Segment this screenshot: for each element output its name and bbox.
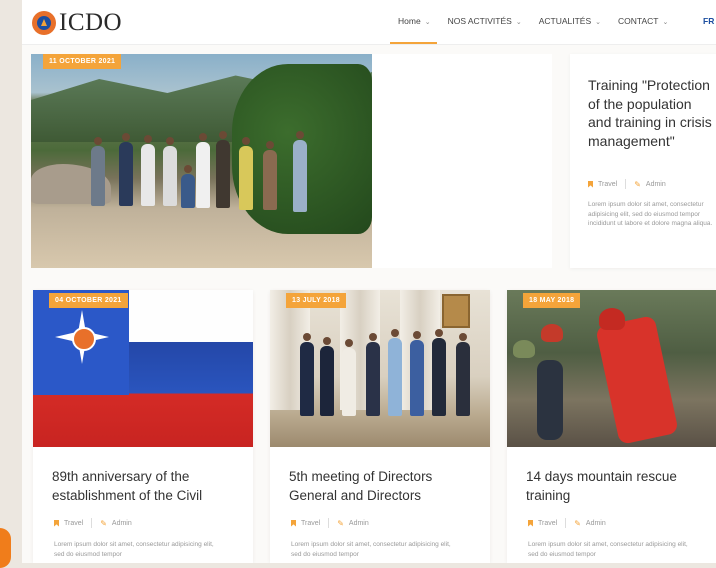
post-card[interactable]: 04 OCTOBER 2021 89th anniversary of the … (33, 290, 253, 563)
nav-item-news[interactable]: ACTUALITÉS ⌄ (539, 16, 601, 26)
bookmark-icon (54, 519, 59, 527)
chevron-down-icon: ⌄ (424, 19, 431, 26)
pencil-icon: ✎ (574, 518, 581, 528)
post-title[interactable]: Training "Protection of the population a… (588, 76, 713, 150)
post-author[interactable]: Admin (646, 181, 666, 188)
post-excerpt: Lorem ipsum dolor sit amet, consectetur … (528, 541, 688, 558)
post-author[interactable]: Admin (112, 520, 132, 527)
page: ICDO Home ⌄ NOS ACTIVITÉS ⌄ ACTUALITÉS ⌄ CO… (22, 0, 716, 563)
nav-item-contact[interactable]: CONTACT ⌄ (618, 16, 668, 26)
date-badge: 04 OCTOBER 2021 (49, 293, 128, 308)
post-excerpt: Lorem ipsum dolor sit amet, consectetur … (291, 541, 451, 558)
post-author[interactable]: Admin (349, 520, 369, 527)
post-excerpt: Lorem ipsum dolor sit amet, consectetur … (54, 541, 214, 558)
logo-text: ICDO (59, 9, 123, 36)
pencil-icon: ✎ (100, 518, 107, 528)
post-title[interactable]: 89th anniversary of the establishment of… (52, 468, 242, 505)
post-image[interactable]: 04 OCTOBER 2021 (33, 290, 253, 447)
post-meta: Travel ✎ Admin (54, 518, 132, 528)
post-title[interactable]: 14 days mountain rescue training (526, 468, 716, 505)
chevron-down-icon: ⌄ (515, 19, 522, 26)
post-excerpt: Lorem ipsum dolor sit amet, consectetur … (588, 201, 713, 227)
bookmark-icon (588, 180, 593, 188)
nav-label: NOS ACTIVITÉS (447, 16, 512, 26)
nav-item-home[interactable]: Home ⌄ (390, 16, 437, 44)
featured-spacer (372, 54, 552, 268)
post-author[interactable]: Admin (586, 520, 606, 527)
site-logo[interactable]: ICDO (32, 9, 122, 37)
post-category[interactable]: Travel (64, 520, 83, 527)
post-category[interactable]: Travel (538, 520, 557, 527)
post-image[interactable]: 13 JULY 2018 (270, 290, 490, 447)
date-badge: 11 OCTOBER 2021 (43, 54, 122, 69)
post-title[interactable]: 5th meeting of Directors General and Dir… (289, 468, 479, 505)
bookmark-icon (291, 519, 296, 527)
chevron-down-icon: ⌄ (595, 19, 601, 26)
post-meta: Travel ✎ Admin (528, 518, 606, 528)
post-card[interactable]: 13 JULY 2018 5th meeting of Directors Ge… (270, 290, 490, 563)
post-meta: Travel ✎ Admin (291, 518, 369, 528)
side-widget-tab[interactable] (0, 528, 11, 568)
date-badge: 13 JULY 2018 (286, 293, 346, 308)
post-category[interactable]: Travel (301, 520, 320, 527)
nav-label: CONTACT (618, 16, 659, 26)
pencil-icon: ✎ (337, 518, 344, 528)
main-nav: Home ⌄ NOS ACTIVITÉS ⌄ ACTUALITÉS ⌄ CONTACT… (390, 16, 685, 44)
pencil-icon: ✎ (634, 179, 641, 189)
chevron-down-icon: ⌄ (662, 19, 669, 26)
bookmark-icon (528, 519, 533, 527)
nav-label: ACTUALITÉS (538, 16, 592, 26)
site-header: ICDO Home ⌄ NOS ACTIVITÉS ⌄ ACTUALITÉS ⌄ CO… (22, 0, 716, 45)
post-category[interactable]: Travel (598, 181, 617, 188)
post-card[interactable]: 18 MAY 2018 14 days mountain rescue trai… (507, 290, 716, 563)
featured-post-card[interactable]: Training "Protection of the population a… (570, 54, 716, 268)
post-image[interactable]: 18 MAY 2018 (507, 290, 716, 447)
icdo-emblem-icon (32, 11, 56, 35)
nav-label: Home (398, 16, 421, 26)
language-switch[interactable]: FR (703, 16, 714, 26)
post-meta: Travel ✎ Admin (588, 179, 666, 189)
featured-image[interactable]: 11 OCTOBER 2021 (31, 54, 372, 268)
date-badge: 18 MAY 2018 (523, 293, 581, 308)
nav-item-activities[interactable]: NOS ACTIVITÉS ⌄ (448, 16, 522, 26)
